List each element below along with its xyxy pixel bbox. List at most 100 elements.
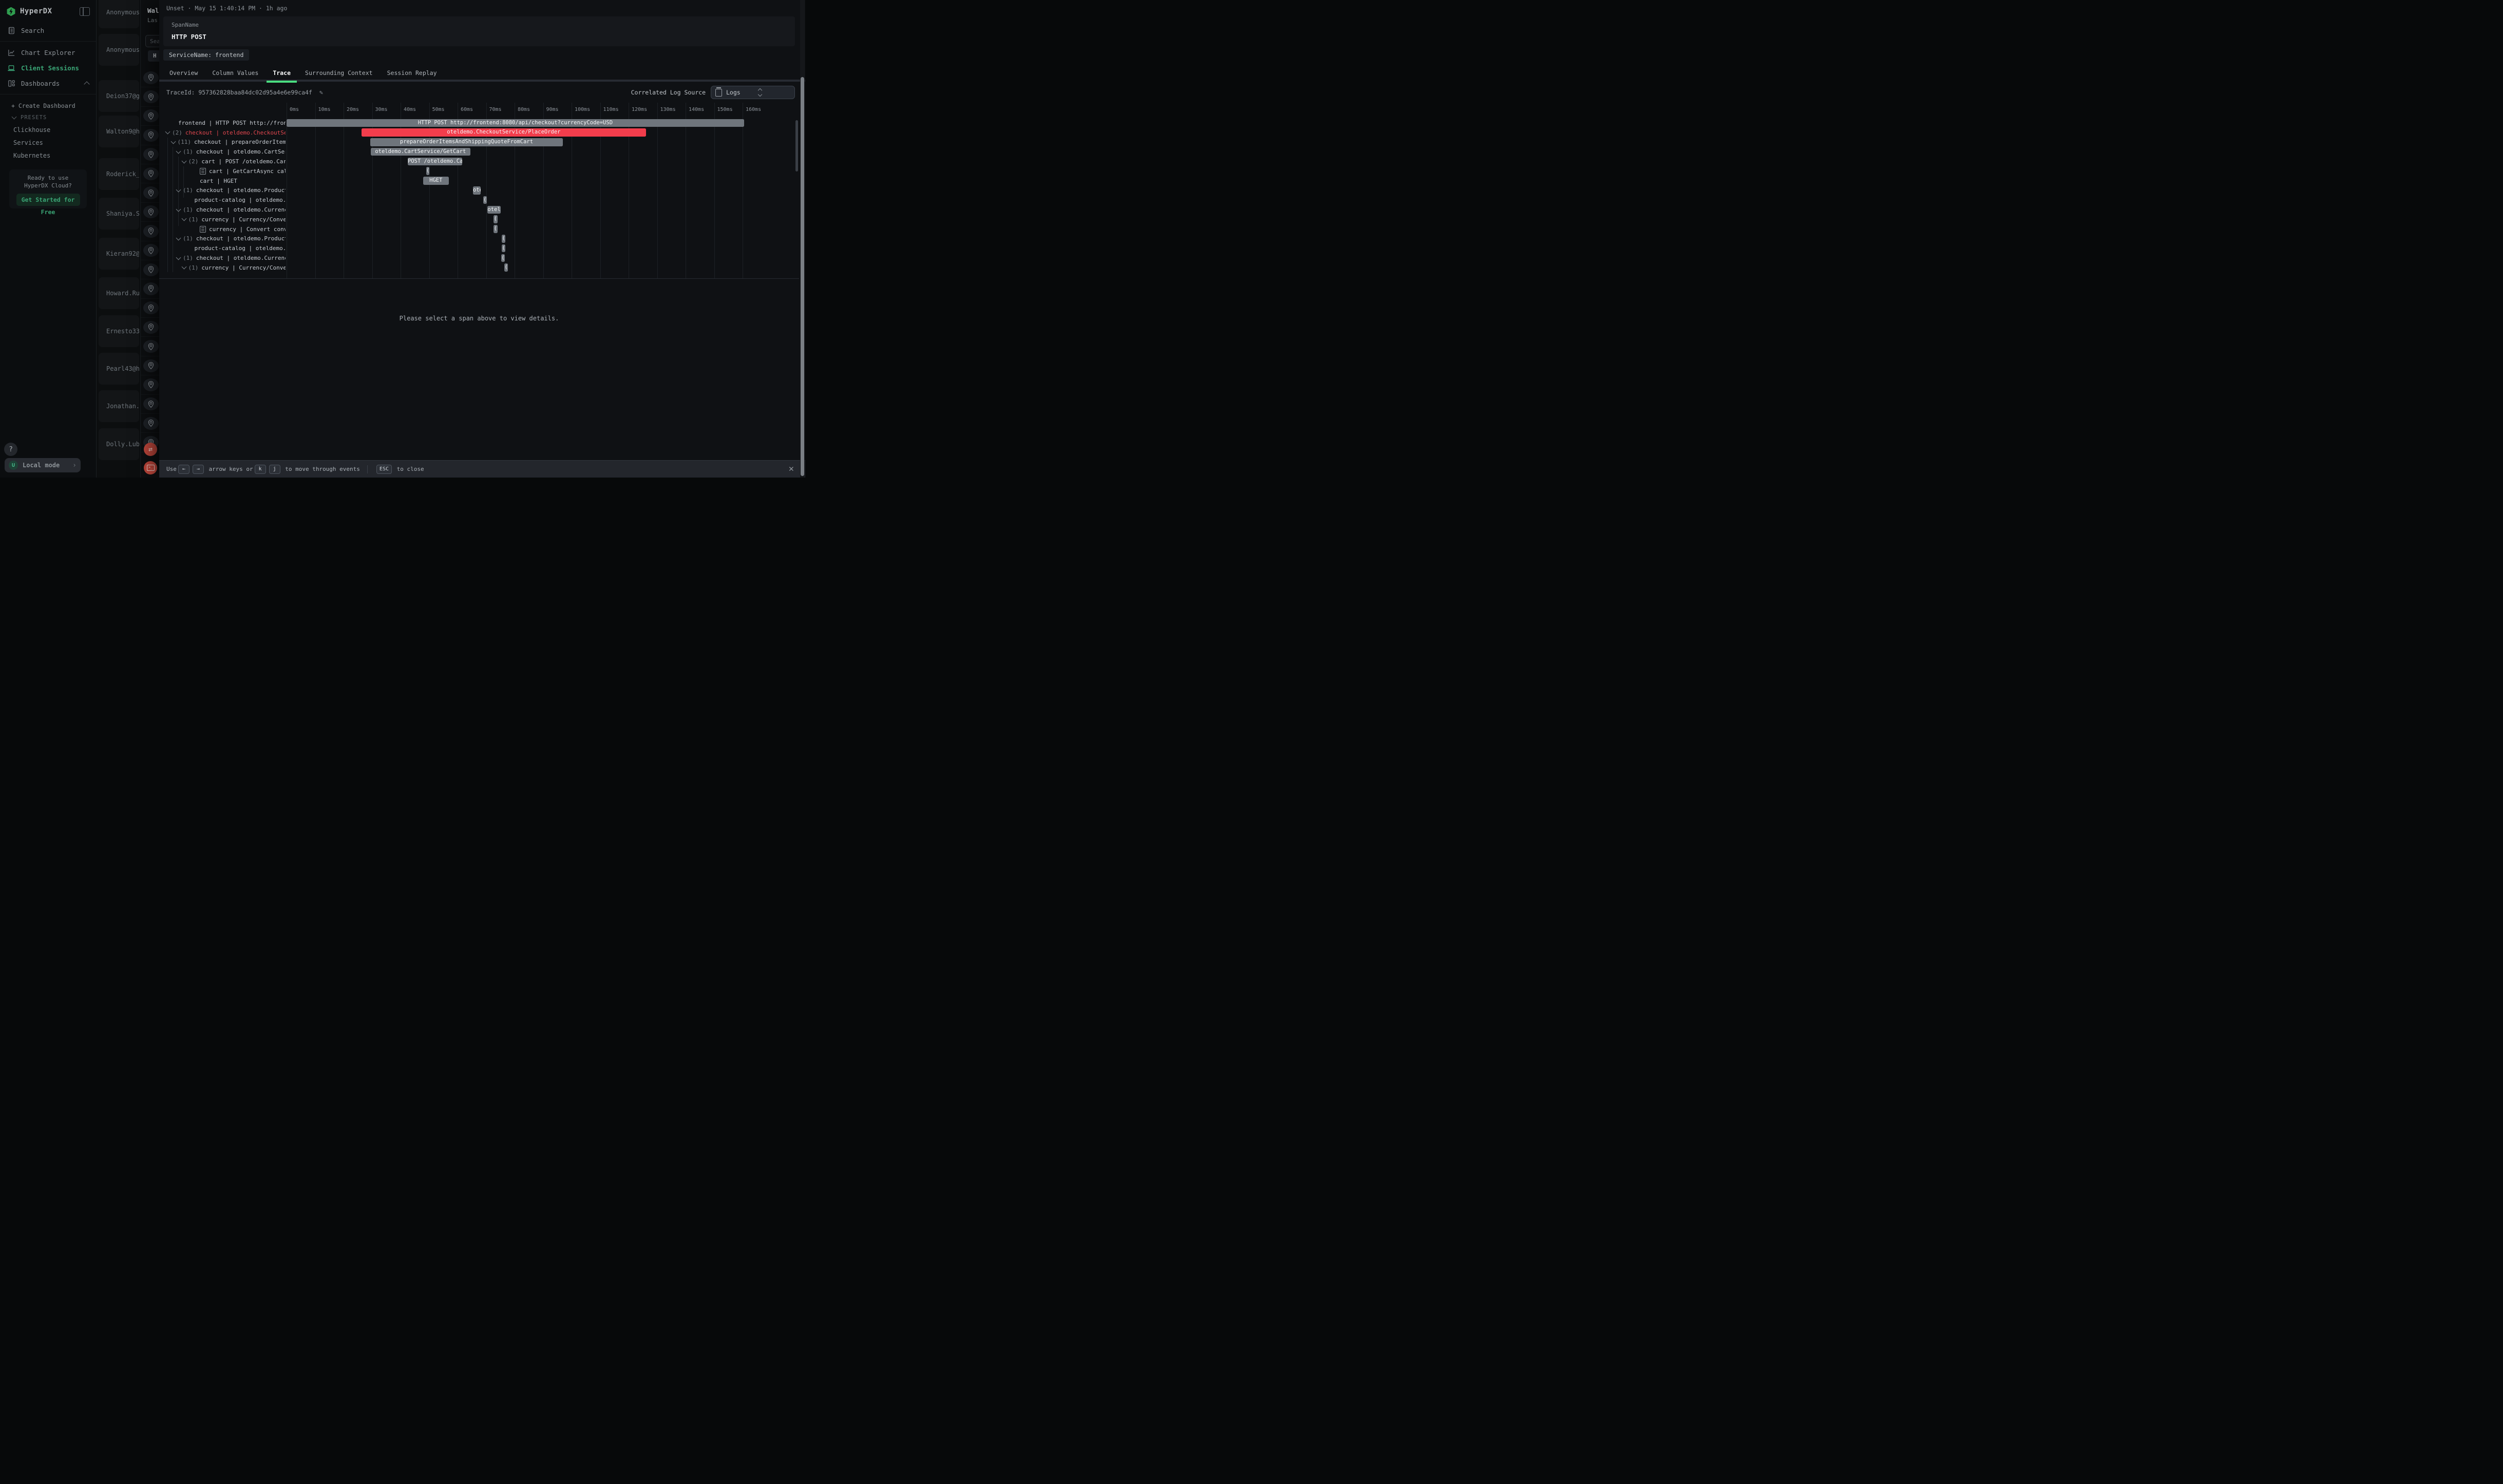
event-row[interactable]: [141, 241, 160, 260]
session-card[interactable]: Kieran92@h: [99, 238, 139, 270]
log-source-select[interactable]: Logs: [711, 86, 795, 99]
span-bar[interactable]: (: [502, 244, 505, 253]
tab-overview[interactable]: Overview: [162, 67, 205, 80]
span-label: product-catalog | oteldemo.Prod…: [195, 197, 286, 203]
span-child-count: (1): [188, 264, 199, 271]
scrollbar-thumb[interactable]: [801, 77, 804, 476]
span-tree-row[interactable]: frontend | HTTP POST http://frontend:…: [159, 118, 286, 128]
span-tree-row[interactable]: (1)currency | Currency/Convert: [159, 263, 286, 273]
span-bar[interactable]: otel: [487, 206, 501, 214]
span-bar[interactable]: POST /oteldemo.Cart: [408, 158, 462, 166]
session-card[interactable]: Shaniya.Sc: [99, 198, 139, 230]
sidebar-item-search[interactable]: Search: [0, 23, 96, 38]
session-email: Ernesto33@: [99, 328, 139, 335]
event-row[interactable]: [141, 145, 160, 164]
close-icon[interactable]: ✕: [789, 464, 794, 474]
event-row[interactable]: [141, 299, 160, 318]
event-row[interactable]: [141, 279, 160, 298]
span-tree-row[interactable]: (11)checkout | prepareOrderItemsAnd…: [159, 138, 286, 147]
presets-toggle[interactable]: PRESETS: [0, 112, 96, 123]
search-doc-icon: [7, 26, 15, 34]
session-card[interactable]: Roderick_S: [99, 158, 139, 190]
events-filter-button[interactable]: H: [148, 50, 160, 62]
chevron-down-icon: [176, 255, 181, 260]
location-pin-icon: [143, 167, 159, 180]
tab-trace[interactable]: Trace: [266, 67, 298, 80]
span-bar[interactable]: otel: [473, 186, 481, 195]
span-bar[interactable]: prepareOrderItemsAndShippingQuoteFromCar…: [370, 138, 563, 146]
span-bar[interactable]: HGET: [423, 177, 449, 185]
span-bar[interactable]: (: [502, 235, 505, 243]
session-card[interactable]: Dolly.Lubo: [99, 428, 139, 460]
span-tree-row[interactable]: (1)checkout | oteldemo.ProductCat…: [159, 234, 286, 244]
span-tree-row[interactable]: (1)checkout | oteldemo.CurrencySe…: [159, 253, 286, 263]
sidebar-collapse-icon[interactable]: [80, 7, 90, 16]
span-tree-row[interactable]: (2)checkout | oteldemo.CheckoutServic…: [159, 128, 286, 138]
span-bar[interactable]: (: [494, 215, 498, 223]
location-pin-icon: [143, 71, 159, 84]
session-card[interactable]: Anonymous: [99, 0, 139, 28]
sidebar-item-client-sessions[interactable]: Client Sessions: [0, 60, 96, 75]
span-label: checkout | oteldemo.ProductCat…: [196, 235, 286, 242]
session-card[interactable]: Ernesto33@: [99, 315, 139, 347]
event-row[interactable]: [141, 203, 160, 222]
preset-item-kubernetes[interactable]: Kubernetes: [0, 149, 96, 162]
get-started-button[interactable]: Get Started for Free: [16, 194, 80, 206]
event-row[interactable]: [141, 356, 160, 375]
log-event-icon: [200, 226, 206, 233]
span-tree-row[interactable]: (1)checkout | oteldemo.CartServic…: [159, 147, 286, 157]
event-row[interactable]: [141, 126, 160, 145]
session-card[interactable]: Walton9@ho: [99, 116, 139, 147]
span-label: checkout | prepareOrderItemsAnd…: [194, 139, 286, 145]
event-row[interactable]: [141, 164, 160, 183]
event-row[interactable]: [141, 395, 160, 414]
trace-scrollbar[interactable]: [795, 120, 798, 172]
sidebar-item-chart-explorer[interactable]: Chart Explorer: [0, 45, 96, 60]
span-tree-row[interactable]: product-catalog | oteldemo.Prod…: [159, 243, 286, 253]
help-button[interactable]: ?: [4, 443, 17, 456]
event-row[interactable]: [141, 87, 160, 106]
session-email: Shaniya.Sc: [99, 210, 139, 217]
event-row[interactable]: [141, 337, 160, 356]
edit-pencil-icon[interactable]: ✎: [319, 89, 323, 96]
span-bar[interactable]: (: [501, 254, 505, 262]
session-card[interactable]: Pearl43@ho: [99, 353, 139, 385]
chevron-down-icon: [176, 187, 181, 193]
event-row[interactable]: [141, 414, 160, 433]
event-row[interactable]: [141, 68, 160, 87]
span-label: cart | POST /oteldemo.CartSe…: [201, 158, 286, 165]
span-bar[interactable]: (: [494, 225, 498, 233]
event-row[interactable]: [141, 183, 160, 202]
tab-surrounding-context[interactable]: Surrounding Context: [298, 67, 380, 80]
span-bar[interactable]: (: [426, 167, 429, 175]
session-card[interactable]: Howard.Ru: [99, 277, 139, 309]
create-dashboard-button[interactable]: + Create Dashboard: [0, 100, 96, 112]
session-card[interactable]: Deion37@gm: [99, 80, 139, 112]
local-mode-button[interactable]: U Local mode ›: [5, 458, 81, 472]
session-card[interactable]: Jonathan.E: [99, 390, 139, 422]
session-card[interactable]: Anonymous: [99, 34, 139, 66]
events-search-input[interactable]: Sea: [145, 35, 160, 47]
event-row[interactable]: [141, 260, 160, 279]
service-name-chip[interactable]: ServiceName: frontend: [163, 49, 249, 61]
navigation-event-button[interactable]: ⇄: [144, 443, 157, 456]
preset-item-clickhouse[interactable]: Clickhouse: [0, 123, 96, 136]
span-label: currency | Currency/Convert: [201, 264, 286, 271]
tab-column-values[interactable]: Column Values: [205, 67, 266, 80]
span-bar[interactable]: oteldemo.CheckoutService/PlaceOrder: [362, 128, 646, 137]
drawer-scrollbar[interactable]: [800, 0, 805, 478]
preset-item-services[interactable]: Services: [0, 136, 96, 149]
span-bar[interactable]: oteldemo.CartService/GetCart: [371, 148, 470, 156]
session-email: Howard.Ru: [99, 290, 139, 297]
console-event-button[interactable]: >_: [144, 461, 157, 474]
event-row[interactable]: [141, 222, 160, 241]
span-bar[interactable]: (: [483, 196, 487, 204]
tab-session-replay[interactable]: Session Replay: [380, 67, 444, 80]
event-row[interactable]: [141, 318, 160, 337]
sidebar-item-dashboards[interactable]: Dashboards: [0, 75, 96, 91]
span-bar[interactable]: HTTP POST http://frontend:8080/api/check…: [287, 119, 744, 127]
span-bar[interactable]: (: [504, 263, 508, 272]
location-pin-icon: [143, 397, 159, 410]
event-row[interactable]: [141, 107, 160, 126]
event-row[interactable]: [141, 375, 160, 394]
